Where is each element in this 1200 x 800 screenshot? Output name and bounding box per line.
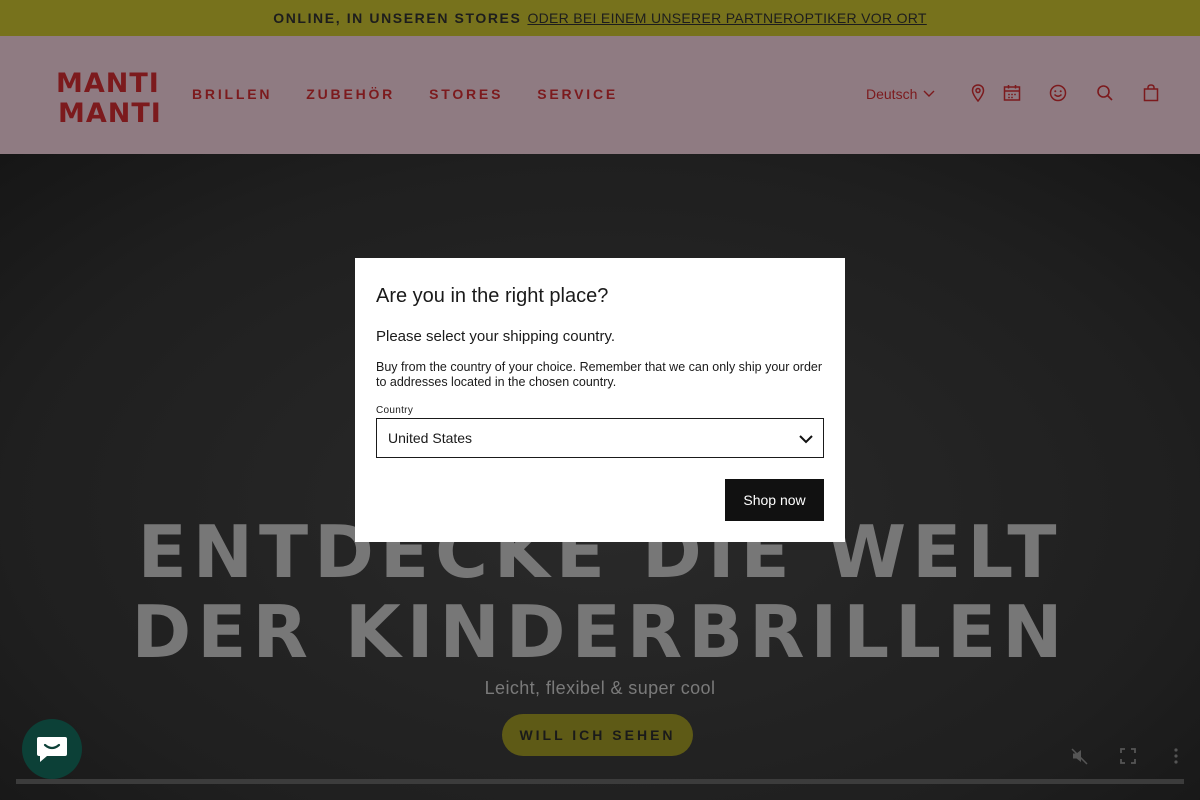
announcement-text: ONLINE, IN UNSEREN STORES — [273, 10, 522, 26]
chevron-down-icon — [799, 435, 813, 444]
chevron-down-icon — [923, 90, 935, 97]
hero-subtitle: Leicht, flexibel & super cool — [484, 678, 716, 698]
nav-service[interactable]: SERVICE — [537, 86, 618, 102]
calendar-icon[interactable] — [1002, 83, 1022, 103]
bag-icon[interactable] — [1141, 83, 1161, 103]
account-icon[interactable] — [1048, 83, 1068, 103]
hero-cta-button[interactable]: WILL ICH SEHEN — [502, 714, 693, 756]
announcement-bar: ONLINE, IN UNSEREN STORES ODER BEI EINEM… — [0, 0, 1200, 36]
unmute-icon[interactable] — [1070, 746, 1090, 766]
svg-text:MANTI: MANTI — [56, 68, 160, 99]
language-selector[interactable]: Deutsch — [866, 86, 935, 102]
map-pin-icon[interactable] — [968, 83, 988, 103]
nav-stores[interactable]: STORES — [429, 86, 503, 102]
shop-now-button[interactable]: Shop now — [725, 479, 824, 521]
language-label: Deutsch — [866, 86, 918, 102]
manti-manti-logo[interactable]: MANTI MANTI — [56, 66, 160, 126]
modal-subtitle: Please select your shipping country. — [376, 328, 616, 345]
country-select[interactable]: United States — [376, 418, 824, 458]
nav-zubehoer[interactable]: ZUBEHÖR — [306, 86, 395, 102]
main-nav: BRILLEN ZUBEHÖR STORES SERVICE — [192, 86, 618, 102]
chat-button[interactable] — [22, 719, 82, 779]
video-progress-bar[interactable] — [16, 779, 1184, 784]
nav-brillen[interactable]: BRILLEN — [192, 86, 272, 102]
search-icon[interactable] — [1095, 83, 1115, 103]
site-header: MANTI MANTI BRILLEN ZUBEHÖR STORES SERVI… — [0, 36, 1200, 154]
country-select-value: United States — [388, 430, 473, 446]
country-modal: Are you in the right place? Please selec… — [355, 258, 845, 542]
svg-text:MANTI: MANTI — [58, 98, 160, 126]
chat-icon — [37, 737, 67, 762]
modal-title: Are you in the right place? — [376, 285, 609, 307]
fullscreen-icon[interactable] — [1118, 746, 1138, 766]
more-options-icon[interactable] — [1166, 746, 1186, 766]
country-label: Country — [376, 405, 414, 416]
modal-description: Buy from the country of your choice. Rem… — [376, 360, 823, 389]
partner-opticians-link[interactable]: ODER BEI EINEM UNSERER PARTNEROPTIKER VO… — [527, 10, 926, 26]
